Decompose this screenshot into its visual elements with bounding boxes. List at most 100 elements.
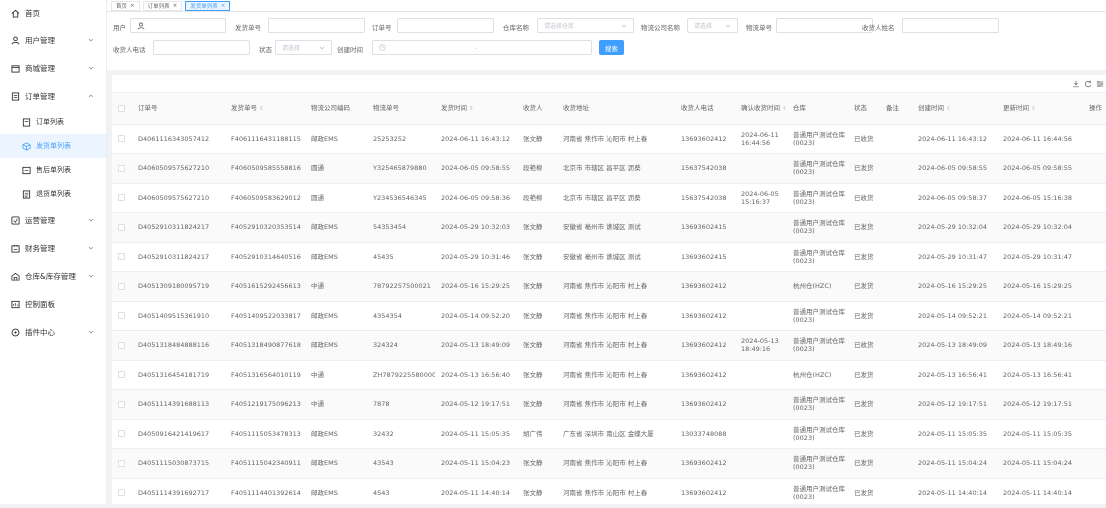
actions-cell[interactable]	[1083, 301, 1106, 331]
sort-icon[interactable]: ⇕	[469, 106, 474, 112]
table-row[interactable]: D4051114391692717 F4051114401392614 邮政EMS 4…	[112, 478, 1106, 508]
table-row[interactable]: D4060509575627210 F4060509585558816 圆通 Y325…	[112, 153, 1106, 184]
row-checkbox[interactable]	[118, 459, 125, 467]
table-row[interactable]: D4051309180095719 F4051615292456613 中通 7879…	[112, 271, 1106, 302]
row-checkbox[interactable]	[118, 489, 125, 497]
sidebar-item-return-list[interactable]: 退货单列表	[0, 182, 106, 206]
created-time-cell: 2024-05-12 19:17:51	[912, 389, 997, 420]
actions-cell[interactable]	[1083, 271, 1106, 302]
sidebar-item-shipping-list[interactable]: 发货单列表	[0, 134, 106, 158]
sort-icon[interactable]: ⇕	[782, 106, 787, 112]
actions-cell[interactable]	[1083, 478, 1106, 508]
table-row[interactable]: D4051115030873715 F4051115042340911 邮政EMS 4…	[112, 448, 1106, 479]
tab-shipping-list[interactable]: 发货单列表 ×	[185, 0, 231, 11]
actions-cell[interactable]	[1083, 212, 1106, 243]
sort-icon[interactable]: ⇕	[946, 106, 951, 112]
close-icon[interactable]: ×	[130, 3, 135, 9]
actions-cell[interactable]	[1083, 389, 1106, 420]
row-checkbox-cell[interactable]	[112, 153, 132, 184]
table-row[interactable]: D4051316454181719 F4051316564010119 中通 ZH78…	[112, 360, 1106, 390]
table-row[interactable]: D4051409515361910 F4051409522033817 邮政EMS 4…	[112, 301, 1106, 331]
actions-cell[interactable]	[1083, 360, 1106, 390]
receiver-name-input[interactable]	[902, 18, 999, 33]
row-checkbox-cell[interactable]	[112, 271, 132, 302]
search-button[interactable]: 搜索	[599, 40, 624, 55]
sidebar-item-users[interactable]: 用户管理	[0, 26, 106, 54]
column-settings-icon[interactable]	[1096, 80, 1104, 88]
col-confirm-time[interactable]: 确认收货时间 ⇕	[735, 93, 787, 125]
col-ship-time[interactable]: 发货时间 ⇕	[435, 93, 517, 125]
actions-cell[interactable]	[1083, 153, 1106, 184]
table-row[interactable]: D4060509575627210 F4060509583629012 圆通 Y234…	[112, 183, 1106, 213]
sidebar-item-order-list[interactable]: 订单列表	[0, 110, 106, 134]
download-icon[interactable]	[1072, 80, 1080, 88]
row-checkbox[interactable]	[118, 312, 125, 320]
row-checkbox[interactable]	[118, 164, 125, 172]
actions-cell[interactable]	[1083, 183, 1106, 213]
refresh-icon[interactable]	[1084, 80, 1092, 88]
tab-home[interactable]: 首页 ×	[111, 0, 140, 11]
row-checkbox-cell[interactable]	[112, 478, 132, 508]
row-checkbox-cell[interactable]	[112, 301, 132, 331]
receiver-cell: 段艳柳	[517, 153, 557, 184]
table-row[interactable]: D4051318484888116 F4051318490877618 邮政EMS 3…	[112, 330, 1106, 361]
col-created-time[interactable]: 创建时间 ⇕	[912, 93, 997, 125]
row-checkbox-cell[interactable]	[112, 360, 132, 390]
sidebar-item-orders[interactable]: 订单管理	[0, 82, 106, 110]
receiver-phone-input[interactable]	[153, 40, 250, 55]
actions-cell[interactable]	[1083, 448, 1106, 479]
row-checkbox[interactable]	[118, 371, 125, 379]
table-row[interactable]: D4052910311824217 F4052910320353514 邮政EMS 5…	[112, 212, 1106, 243]
sort-icon[interactable]: ⇕	[1031, 106, 1036, 112]
row-checkbox[interactable]	[118, 341, 125, 349]
sidebar-item-warehouse[interactable]: 仓库&库存管理	[0, 262, 106, 290]
row-checkbox[interactable]	[118, 194, 125, 202]
row-checkbox-cell[interactable]	[112, 419, 132, 449]
row-checkbox-cell[interactable]	[112, 448, 132, 479]
tab-order-list[interactable]: 订单列表 ×	[142, 0, 183, 11]
created-time-range[interactable]: -	[372, 40, 592, 55]
sidebar-item-shop[interactable]: 商城管理	[0, 54, 106, 82]
row-checkbox-cell[interactable]	[112, 389, 132, 420]
user-input[interactable]	[130, 18, 226, 33]
col-updated-time[interactable]: 更新时间 ⇕	[997, 93, 1083, 125]
sidebar-item-dashboard[interactable]: 控制面板	[0, 290, 106, 318]
sort-icon[interactable]: ⇕	[259, 106, 264, 112]
table-row[interactable]: D4050916421419617 F4051115053478313 邮政EMS 3…	[112, 419, 1106, 449]
row-checkbox-cell[interactable]	[112, 242, 132, 272]
row-checkbox[interactable]	[118, 282, 125, 290]
row-checkbox[interactable]	[118, 223, 125, 231]
select-all-checkbox[interactable]	[118, 104, 125, 112]
row-checkbox-cell[interactable]	[112, 124, 132, 154]
col-shipping-no[interactable]: 发货单号 ⇕	[225, 93, 305, 125]
row-checkbox-cell[interactable]	[112, 183, 132, 213]
sidebar-item-plugins[interactable]: 插件中心	[0, 318, 106, 346]
logistics-company-select[interactable]: 请选择	[687, 18, 738, 33]
order-no-input[interactable]	[397, 18, 494, 33]
row-checkbox-cell[interactable]	[112, 212, 132, 243]
sidebar-item-home[interactable]: 首页	[0, 0, 106, 26]
actions-cell[interactable]	[1083, 419, 1106, 449]
row-checkbox[interactable]	[118, 253, 125, 261]
row-checkbox[interactable]	[118, 135, 125, 143]
row-checkbox[interactable]	[118, 400, 125, 408]
table-row[interactable]: D4061116343057412 F4061116431188115 邮政EMS 2…	[112, 124, 1106, 154]
select-all-checkbox-cell[interactable]	[112, 93, 132, 125]
status-select[interactable]: 请选择	[275, 40, 332, 55]
created-time-cell: 2024-05-29 10:32:04	[912, 212, 997, 243]
row-checkbox[interactable]	[118, 430, 125, 438]
actions-cell[interactable]	[1083, 124, 1106, 154]
actions-cell[interactable]	[1083, 330, 1106, 361]
table-row[interactable]: D4052910311824217 F4052910314640516 邮政EMS 4…	[112, 242, 1106, 272]
actions-cell[interactable]	[1083, 242, 1106, 272]
sidebar-item-aftersale-list[interactable]: 售后单列表	[0, 158, 106, 182]
close-icon[interactable]: ×	[221, 3, 226, 9]
row-checkbox-cell[interactable]	[112, 330, 132, 361]
table-row[interactable]: D4051114391688113 F4051219175096213 中通 7878…	[112, 389, 1106, 420]
shipping-no-input[interactable]	[268, 18, 365, 33]
sidebar-item-operations[interactable]: 运营管理	[0, 206, 106, 234]
close-icon[interactable]: ×	[173, 3, 178, 9]
logistics-no-input[interactable]	[776, 18, 873, 33]
sidebar-item-finance[interactable]: 财务管理	[0, 234, 106, 262]
warehouse-select[interactable]: 请选择仓库	[537, 18, 634, 33]
